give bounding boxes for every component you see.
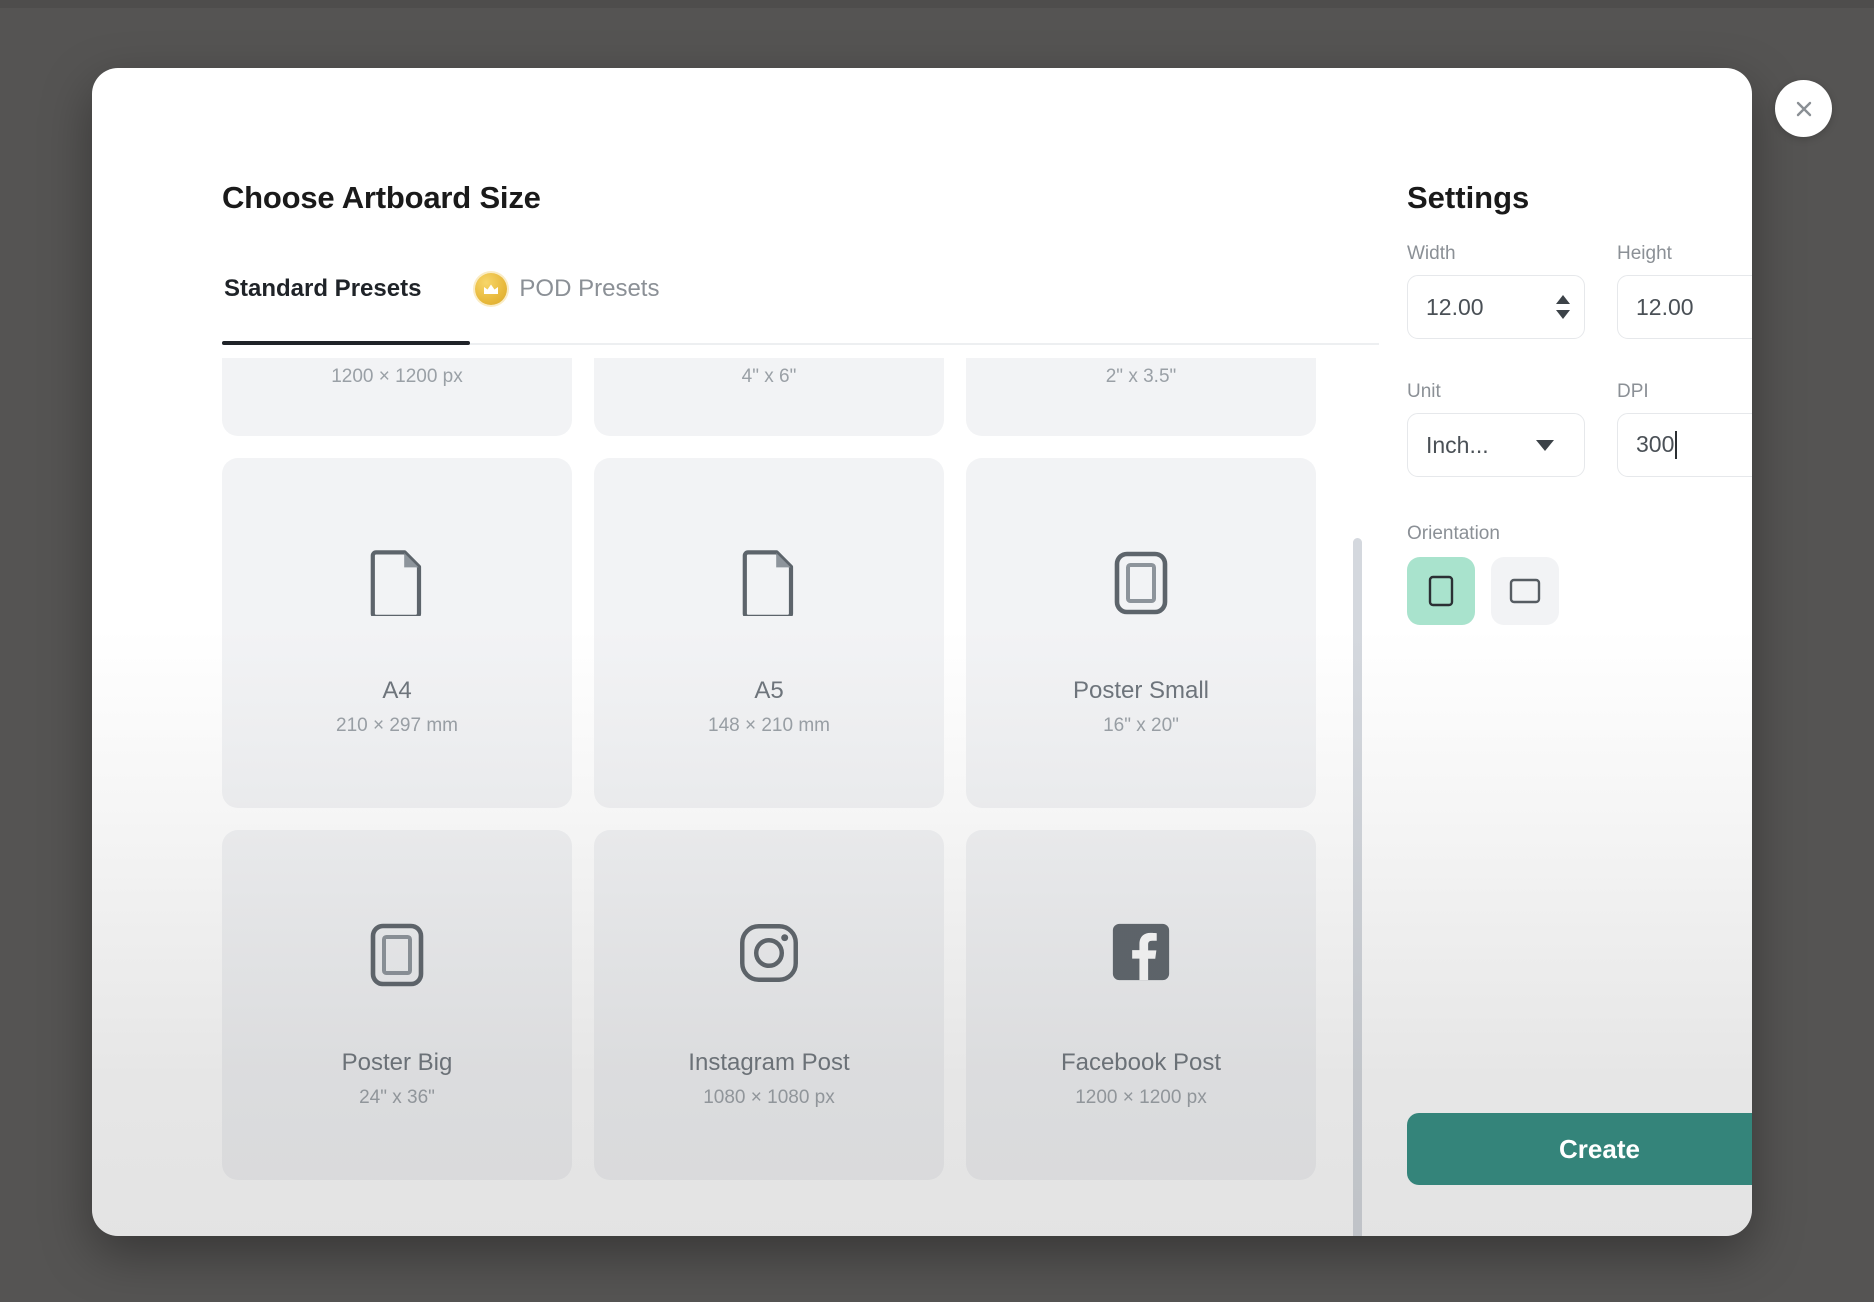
preset-dims: 1200 × 1200 px <box>1075 1087 1207 1108</box>
document-icon <box>741 550 797 619</box>
active-tab-underline <box>222 341 470 345</box>
width-value: 12.00 <box>1426 293 1484 320</box>
preset-card-facebook-post[interactable]: Facebook Post 1200 × 1200 px <box>966 830 1316 1180</box>
tab-pod-presets-label: POD Presets <box>519 275 660 302</box>
presets-grid: Standard 1200 × 1200 px Postcard 4" x 6"… <box>222 358 1332 1180</box>
preset-name: Instagram Post <box>688 1049 850 1076</box>
preset-name: Poster Small <box>1072 677 1210 704</box>
preset-card-poster-big[interactable]: Poster Big 24" x 36" <box>222 830 572 1180</box>
page-title: Choose Artboard Size <box>222 180 541 215</box>
preset-dims: 16" x 20" <box>1103 715 1179 736</box>
size-fields-row: Width 12.00 Height 12.00 <box>1407 243 1752 339</box>
landscape-icon <box>1509 578 1541 604</box>
tab-standard-presets-label: Standard Presets <box>224 275 422 302</box>
preset-name: Facebook Post <box>1060 1049 1222 1076</box>
width-input[interactable]: 12.00 <box>1407 275 1585 339</box>
close-button[interactable] <box>1775 80 1832 137</box>
unit-select[interactable]: Inch... <box>1407 413 1585 477</box>
create-button-label: Create <box>1559 1133 1640 1164</box>
facebook-icon <box>1111 922 1171 982</box>
dpi-value-wrap: 300 <box>1636 431 1752 460</box>
caret-down-icon[interactable] <box>1556 310 1570 319</box>
close-icon <box>1796 101 1811 116</box>
tab-standard-presets[interactable]: Standard Presets <box>222 275 443 327</box>
orientation-landscape-button[interactable] <box>1491 557 1559 625</box>
presets-scroll-area[interactable]: Standard 1200 × 1200 px Postcard 4" x 6"… <box>222 358 1372 1236</box>
preset-card-instagram-post[interactable]: Instagram Post 1080 × 1080 px <box>594 830 944 1180</box>
dpi-label: DPI <box>1617 381 1649 402</box>
preset-card-standard[interactable]: Standard 1200 × 1200 px <box>222 358 572 436</box>
tab-pod-presets[interactable]: POD Presets <box>443 273 669 329</box>
unit-dpi-row: Unit Inch... DPI 300 <box>1407 381 1752 477</box>
portrait-icon <box>1428 575 1454 607</box>
dpi-value: 300 <box>1636 430 1675 457</box>
dpi-field-group: DPI 300 <box>1617 381 1752 477</box>
preset-dims: 210 × 297 mm <box>336 715 458 736</box>
orientation-portrait-button[interactable] <box>1407 557 1475 625</box>
settings-title: Settings <box>1407 180 1530 215</box>
preset-dims: 1080 × 1080 px <box>703 1087 835 1108</box>
preset-dims: 148 × 210 mm <box>708 715 830 736</box>
height-value: 12.00 <box>1636 293 1694 320</box>
preset-card-postcard[interactable]: Postcard 4" x 6" <box>594 358 944 436</box>
preset-card-a4[interactable]: A4 210 × 297 mm <box>222 458 572 808</box>
document-icon <box>369 550 425 619</box>
poster-frame-icon <box>369 922 425 988</box>
preset-name: A5 <box>754 677 784 704</box>
preset-card-a5[interactable]: A5 148 × 210 mm <box>594 458 944 808</box>
orientation-buttons <box>1407 557 1559 625</box>
preset-card-business-card[interactable]: Business Card 2" x 3.5" <box>966 358 1316 436</box>
orientation-group: Orientation <box>1407 523 1559 625</box>
create-button[interactable]: Create <box>1407 1113 1752 1185</box>
preset-dims: 4" x 6" <box>741 366 797 387</box>
height-field-group: Height 12.00 <box>1617 243 1752 339</box>
preset-dims: 2" x 3.5" <box>1105 366 1177 387</box>
presets-panel: Choose Artboard Size Standard Presets PO… <box>92 68 1379 1236</box>
crown-icon <box>475 273 508 305</box>
text-cursor <box>1675 431 1678 460</box>
dpi-input[interactable]: 300 <box>1617 413 1752 477</box>
preset-card-poster-small[interactable]: Poster Small 16" x 20" <box>966 458 1316 808</box>
artboard-size-dialog: Choose Artboard Size Standard Presets PO… <box>92 68 1752 1236</box>
width-field-group: Width 12.00 <box>1407 243 1585 339</box>
preset-tabs: Standard Presets POD Presets <box>222 273 669 329</box>
height-input[interactable]: 12.00 <box>1617 275 1752 339</box>
preset-name: Poster Big <box>341 1049 453 1076</box>
unit-label: Unit <box>1407 381 1441 402</box>
unit-value: Inch... <box>1426 431 1489 458</box>
preset-dims: 24" x 36" <box>359 1087 435 1108</box>
preset-dims: 1200 × 1200 px <box>331 366 463 387</box>
width-stepper[interactable] <box>1556 295 1570 319</box>
settings-panel: Settings Width 12.00 Height 12.00 Unit I… <box>1312 68 1752 1236</box>
orientation-label: Orientation <box>1407 523 1500 544</box>
instagram-icon <box>738 922 800 984</box>
width-label: Width <box>1407 243 1456 264</box>
backdrop-top-strip <box>0 0 1874 8</box>
unit-field-group: Unit Inch... <box>1407 381 1585 477</box>
height-label: Height <box>1617 243 1672 264</box>
chevron-down-icon[interactable] <box>1536 439 1554 451</box>
caret-up-icon[interactable] <box>1556 295 1570 304</box>
preset-name: A4 <box>382 677 412 704</box>
poster-frame-icon <box>1113 550 1169 616</box>
